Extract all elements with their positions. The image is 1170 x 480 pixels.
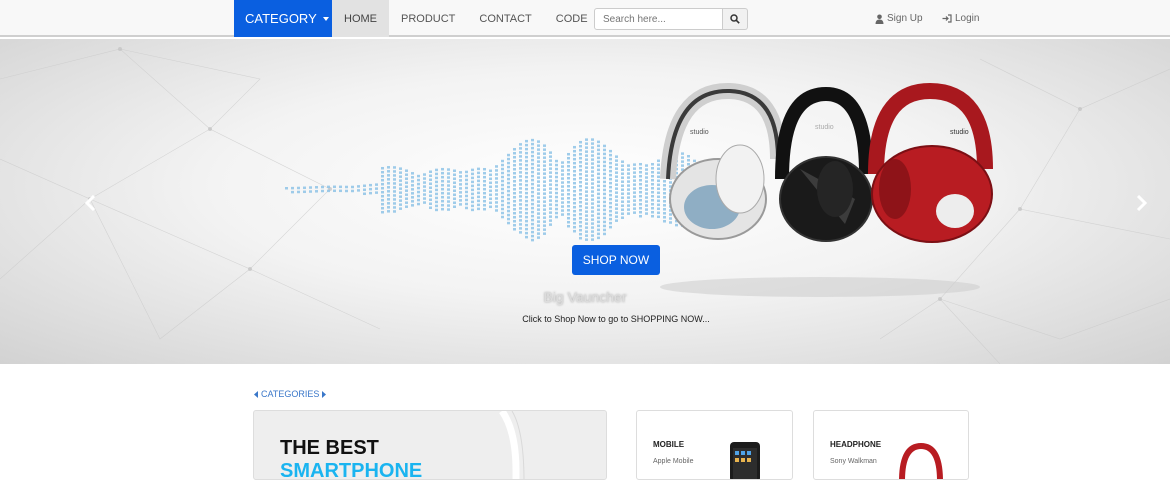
- shop-now-button[interactable]: SHOP NOW: [572, 245, 660, 275]
- carousel-next-button[interactable]: [1136, 194, 1148, 216]
- featured-title-line1: THE BEST: [280, 437, 379, 459]
- top-navbar: CATEGORY HOME PRODUCT CONTACT CODE Sign …: [0, 0, 1170, 37]
- nav-link-code-label: CODE: [555, 12, 588, 25]
- search-form: [594, 8, 748, 30]
- smartphone-image: [730, 442, 760, 479]
- user-icon: [875, 14, 884, 24]
- category-dropdown-button[interactable]: CATEGORY: [234, 0, 332, 37]
- nav-link-product-label: PRODUCT: [401, 12, 456, 25]
- category-label: CATEGORY: [245, 11, 317, 26]
- headphone-brand-text: studio: [690, 129, 709, 136]
- svg-text:studio: studio: [950, 129, 969, 136]
- featured-title-line2: SMARTPHONE: [280, 460, 423, 480]
- signup-link[interactable]: Sign Up: [875, 0, 923, 37]
- hero-subtitle: Click to Shop Now to go to SHOPPING NOW.…: [522, 314, 710, 324]
- caret-right-icon: [322, 390, 327, 398]
- search-icon: [730, 14, 740, 24]
- chevron-right-icon: [1136, 194, 1148, 212]
- chevron-left-icon: [84, 194, 96, 212]
- categories-heading-label: CATEGORIES: [261, 389, 320, 399]
- hero-carousel: studio studio studio SHOP NOW Big Vaunch…: [0, 39, 1170, 364]
- nav-link-contact-label: CONTACT: [479, 12, 532, 25]
- headphone-thumbnail-image: [899, 442, 943, 479]
- category-title: HEADPHONE: [830, 440, 882, 449]
- category-subtitle: Sony Walkman: [830, 458, 877, 465]
- login-label: Login: [955, 13, 980, 24]
- category-subtitle: Apple Mobile: [653, 458, 694, 465]
- nav-link-contact[interactable]: CONTACT: [467, 0, 543, 37]
- nav-link-code[interactable]: CODE: [544, 0, 600, 37]
- carousel-prev-button[interactable]: [84, 194, 96, 216]
- categories-heading[interactable]: CATEGORIES: [254, 389, 327, 399]
- login-icon: [942, 14, 952, 23]
- login-link[interactable]: Login: [942, 0, 979, 37]
- nav-link-product[interactable]: PRODUCT: [389, 0, 467, 37]
- nav-link-home-label: HOME: [344, 12, 377, 25]
- svg-text:studio: studio: [815, 124, 834, 131]
- category-title: MOBILE: [653, 440, 685, 449]
- nav-inner: CATEGORY HOME PRODUCT CONTACT CODE: [234, 0, 600, 37]
- hero-title: Big Vauncher: [543, 289, 627, 305]
- search-button[interactable]: [723, 8, 748, 30]
- shop-now-label: SHOP NOW: [582, 253, 650, 267]
- caret-left-icon: [254, 390, 258, 398]
- nav-link-home[interactable]: HOME: [332, 0, 389, 37]
- signup-label: Sign Up: [887, 13, 923, 24]
- caret-down-icon: [322, 16, 329, 21]
- search-input[interactable]: [594, 8, 723, 30]
